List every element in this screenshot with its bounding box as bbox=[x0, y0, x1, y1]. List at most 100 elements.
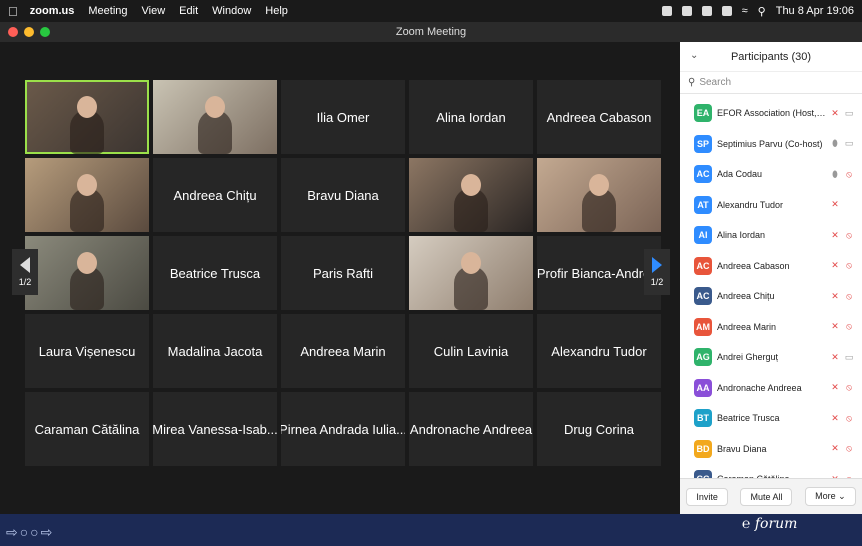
traffic-lights bbox=[8, 27, 50, 37]
participant-row[interactable]: BT Beatrice Trusca ✕ ⦸ bbox=[680, 403, 862, 434]
menu-view[interactable]: View bbox=[142, 5, 166, 17]
shield-icon[interactable] bbox=[681, 6, 692, 16]
microphone-muted-icon[interactable]: ✕ bbox=[828, 443, 842, 454]
camera-off-icon[interactable]: ⦸ bbox=[842, 260, 856, 271]
camera-icon[interactable]: ▭ bbox=[842, 108, 856, 119]
participant-row[interactable]: AC Andreea Cabason ✕ ⦸ bbox=[680, 251, 862, 282]
chevron-down-icon[interactable]: ⌄ bbox=[690, 50, 698, 61]
participant-row[interactable]: CCCaraman Cătălina✕⦸ bbox=[680, 464, 862, 478]
microphone-muted-icon[interactable]: ✕ bbox=[828, 108, 842, 119]
prev-page-button[interactable]: 1/2 bbox=[12, 249, 38, 295]
avatar: AI bbox=[694, 226, 712, 245]
participant-name: Andronache Andreea bbox=[717, 382, 802, 393]
battery-icon[interactable] bbox=[721, 6, 732, 16]
annotation-tools-icon[interactable]: ⇨○○⇨ bbox=[6, 524, 54, 541]
search-icon[interactable]: ⚲ bbox=[758, 5, 766, 18]
participant-video bbox=[198, 96, 232, 154]
grid-icon[interactable] bbox=[701, 6, 712, 16]
participant-row[interactable]: SP Septimius Parvu (Co-host) ⬮ ▭ bbox=[680, 129, 862, 160]
video-tile[interactable] bbox=[537, 158, 661, 232]
participant-tile[interactable]: Bravu Diana bbox=[281, 158, 405, 232]
participant-name: Andreea Chițu bbox=[173, 187, 257, 203]
participant-search-input[interactable]: ⚲ Search bbox=[680, 72, 862, 94]
microphone-muted-icon[interactable]: ✕ bbox=[828, 382, 842, 393]
participant-name: Andronache Andreea bbox=[409, 421, 533, 437]
camera-icon[interactable]: ▭ bbox=[842, 352, 856, 363]
participant-tile[interactable]: Alexandru Tudor bbox=[537, 314, 661, 388]
participant-name: Madalina Jacota bbox=[167, 343, 263, 359]
participant-row[interactable]: AA Andronache Andreea ✕ ⦸ bbox=[680, 373, 862, 404]
wifi-icon[interactable]: ≈ bbox=[742, 5, 748, 17]
microphone-muted-icon[interactable]: ✕ bbox=[828, 230, 842, 241]
participant-name: Alexandru Tudor bbox=[717, 199, 784, 210]
microphone-muted-icon[interactable]: ✕ bbox=[828, 321, 842, 332]
minimize-window-button[interactable] bbox=[24, 27, 34, 37]
microphone-muted-icon[interactable]: ✕ bbox=[828, 291, 842, 302]
video-tile[interactable] bbox=[25, 236, 149, 310]
participant-tile[interactable]: Alina Iordan bbox=[409, 80, 533, 154]
mute-all-button[interactable]: Mute All bbox=[740, 487, 793, 506]
participant-row[interactable]: AC Ada Codau ⬮ ⦸ bbox=[680, 159, 862, 190]
participant-tile[interactable]: Beatrice Trusca bbox=[153, 236, 277, 310]
participant-tile[interactable]: Culin Lavinia bbox=[409, 314, 533, 388]
menu-help[interactable]: Help bbox=[265, 5, 288, 17]
close-window-button[interactable] bbox=[8, 27, 18, 37]
search-placeholder: Search bbox=[699, 77, 732, 88]
participant-tile[interactable]: Pirnea Andrada Iulia... bbox=[281, 392, 405, 466]
invite-button[interactable]: Invite bbox=[686, 487, 728, 506]
microphone-muted-icon[interactable]: ✕ bbox=[828, 413, 842, 424]
video-tile[interactable] bbox=[25, 80, 149, 154]
apple-icon[interactable]:  bbox=[8, 4, 18, 19]
participant-row[interactable]: EA EFOR Association (Host, me) ✕ ▭ bbox=[680, 98, 862, 129]
participant-row[interactable]: BD Bravu Diana ✕ ⦸ bbox=[680, 434, 862, 465]
participant-tile[interactable]: Laura Vișenescu bbox=[25, 314, 149, 388]
participant-row[interactable]: AT Alexandru Tudor ✕ bbox=[680, 190, 862, 221]
participant-tile[interactable]: Ilia Omer bbox=[281, 80, 405, 154]
camera-icon[interactable]: ▭ bbox=[842, 138, 856, 149]
camera-off-icon[interactable]: ⦸ bbox=[842, 443, 856, 454]
participant-tile[interactable]: Andronache Andreea bbox=[409, 392, 533, 466]
participant-tile[interactable]: Profir Bianca-Andre... bbox=[537, 236, 661, 310]
camera-off-icon[interactable]: ⦸ bbox=[842, 321, 856, 332]
logo-image: ℮ forum bbox=[742, 516, 798, 532]
camera-off-icon[interactable]: ⦸ bbox=[842, 291, 856, 302]
participant-tile[interactable]: Drug Corina bbox=[537, 392, 661, 466]
clock[interactable]: Thu 8 Apr 19:06 bbox=[776, 5, 854, 17]
participant-tile[interactable]: Mirea Vanessa-Isab... bbox=[153, 392, 277, 466]
menu-edit[interactable]: Edit bbox=[179, 5, 198, 17]
participant-row[interactable]: AI Alina Iordan ✕ ⦸ bbox=[680, 220, 862, 251]
microphone-muted-icon[interactable]: ✕ bbox=[828, 260, 842, 271]
participant-row[interactable]: AG Andrei Gherguț ✕ ▭ bbox=[680, 342, 862, 373]
next-page-button[interactable]: 1/2 bbox=[644, 249, 670, 295]
participant-row[interactable]: AM Andreea Marin ✕ ⦸ bbox=[680, 312, 862, 343]
zoom-window-button[interactable] bbox=[40, 27, 50, 37]
participant-video bbox=[70, 174, 104, 232]
camera-off-icon[interactable]: ⦸ bbox=[842, 169, 856, 180]
participant-tile[interactable]: Andreea Chițu bbox=[153, 158, 277, 232]
microphone-icon[interactable]: ⬮ bbox=[828, 138, 842, 149]
menu-app[interactable]: zoom.us bbox=[30, 5, 75, 17]
microphone-icon[interactable]: ⬮ bbox=[828, 169, 842, 180]
participant-tile[interactable]: Paris Rafti bbox=[281, 236, 405, 310]
participant-row[interactable]: AC Andreea Chițu ✕ ⦸ bbox=[680, 281, 862, 312]
camera-off-icon[interactable]: ⦸ bbox=[842, 413, 856, 424]
camera-off-icon[interactable]: ⦸ bbox=[842, 230, 856, 241]
participant-tile[interactable]: Caraman Cătălina bbox=[25, 392, 149, 466]
search-icon: ⚲ bbox=[688, 77, 696, 88]
video-tile[interactable] bbox=[409, 158, 533, 232]
participant-tile[interactable]: Madalina Jacota bbox=[153, 314, 277, 388]
camera-off-icon[interactable]: ⦸ bbox=[842, 382, 856, 393]
tray-icon[interactable] bbox=[661, 6, 672, 16]
video-tile[interactable] bbox=[409, 236, 533, 310]
menu-meeting[interactable]: Meeting bbox=[88, 5, 127, 17]
video-tile[interactable] bbox=[25, 158, 149, 232]
more-button[interactable]: More ⌄ bbox=[805, 487, 856, 506]
video-tile[interactable] bbox=[153, 80, 277, 154]
microphone-muted-icon[interactable]: ✕ bbox=[828, 352, 842, 363]
participant-tile[interactable]: Andreea Cabason bbox=[537, 80, 661, 154]
participant-name: Laura Vișenescu bbox=[38, 343, 136, 359]
participant-tile[interactable]: Andreea Marin bbox=[281, 314, 405, 388]
menu-window[interactable]: Window bbox=[212, 5, 251, 17]
microphone-muted-icon[interactable]: ✕ bbox=[828, 199, 842, 210]
participant-name: Andrei Gherguț bbox=[717, 352, 779, 363]
